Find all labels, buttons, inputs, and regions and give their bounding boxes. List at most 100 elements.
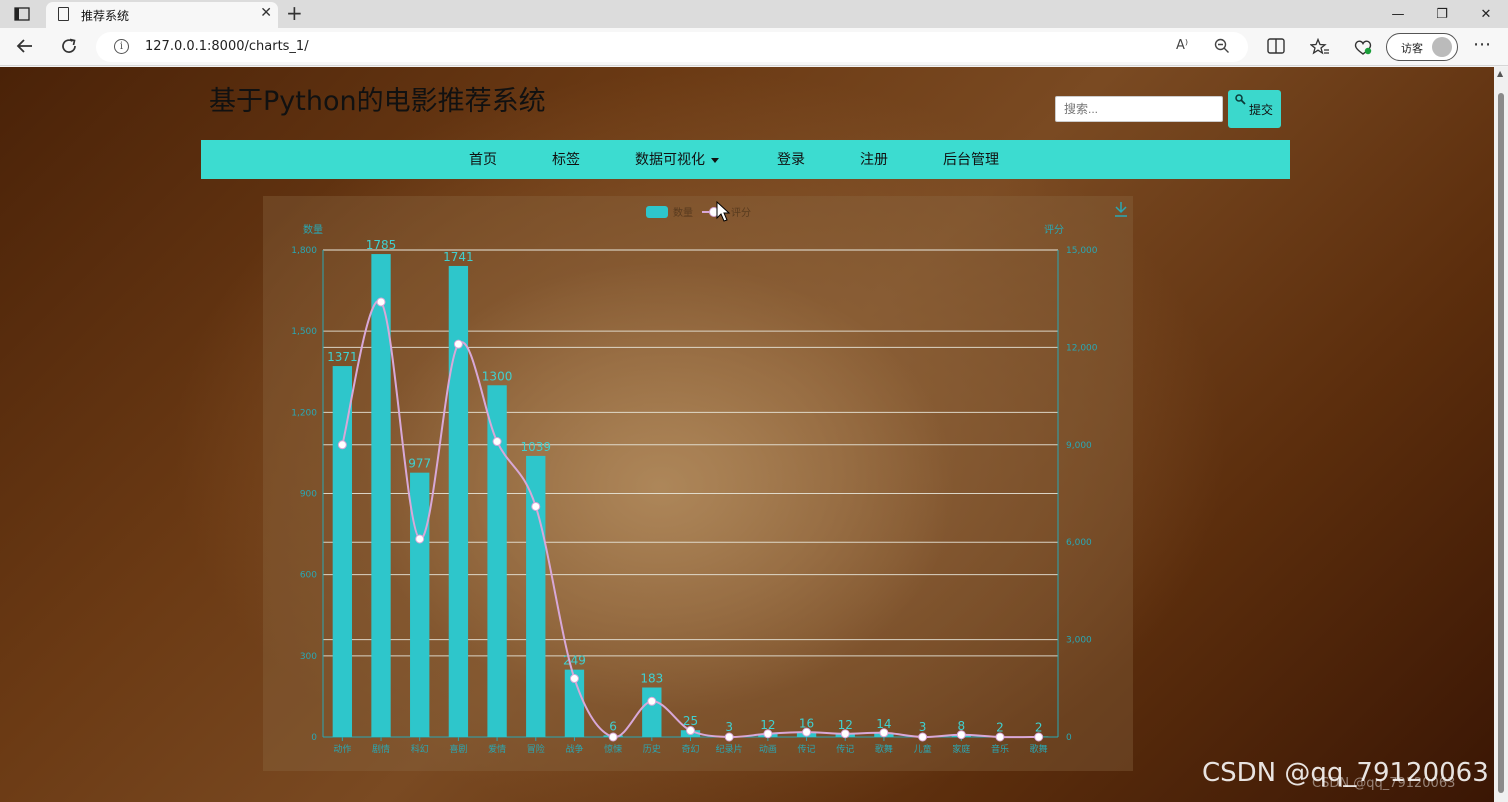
bar [642,687,662,737]
bar [526,455,546,737]
y-tick-right: 9,000 [1066,441,1092,451]
url-text[interactable]: 127.0.0.1:8000/charts_1/ [145,39,309,54]
y-tick-right: 0 [1066,733,1072,743]
x-tick-label: 剧情 [372,743,390,755]
x-tick-label: 喜剧 [449,743,467,755]
profile-label: 访客 [1401,42,1423,55]
back-icon[interactable] [15,36,35,61]
bar-value-label: 183 [640,671,663,685]
nav-item-admin[interactable]: 后台管理 [943,149,999,169]
nav-item-visualization-label: 数据可视化 [635,152,705,168]
search-button-label: 提交 [1249,103,1274,117]
line-point [840,729,850,739]
minimize-button[interactable]: — [1376,0,1420,28]
chart: 0 300 600 900 1,200 1,500 1,800 0 3,000 6,000 9,00… [291,200,1127,755]
more-icon[interactable]: ⋯ [1473,34,1491,55]
x-tick-label: 科幻 [411,743,429,755]
y-tick-right: 15,000 [1066,246,1098,256]
line-point [337,440,347,450]
y-tick-right: 3,000 [1066,636,1092,646]
x-tick-label: 音乐 [991,743,1009,755]
line-point [1034,732,1044,742]
restore-button[interactable]: ❐ [1420,0,1464,28]
zoom-icon[interactable] [1214,38,1230,58]
line-point [956,730,966,740]
bar-value-label: 2 [996,720,1004,734]
x-tick-label: 传记 [798,743,816,755]
x-tick-label: 历史 [643,743,661,755]
line-point [763,729,773,739]
x-tick-label: 歌舞 [1030,743,1048,755]
tab-close-icon[interactable]: ✕ [260,5,272,21]
bar-value-label: 2 [1035,720,1043,734]
legend-label-line: 评分 [731,207,751,219]
search-icon [1235,94,1246,108]
nav-item-register[interactable]: 注册 [860,149,888,169]
line-point [608,732,618,742]
main-nav: 首页 标签 数据可视化 登录 注册 后台管理 [201,140,1290,179]
extensions-icon[interactable] [1353,38,1373,60]
page-content: 基于Python的电影推荐系统 提交 首页 标签 数据可视化 登录 注册 后台管… [0,67,1494,802]
tab-active[interactable]: 推荐系统 ✕ [46,2,278,28]
sidebar-icon[interactable] [0,0,44,28]
bar-value-label: 6 [609,719,617,733]
line-point [531,501,541,511]
scrollbar[interactable]: ▲ [1494,67,1508,802]
close-window-button[interactable]: ✕ [1464,0,1508,28]
nav-item-visualization[interactable]: 数据可视化 [635,149,719,169]
line-point [724,732,734,742]
chart-panel: 0 300 600 900 1,200 1,500 1,800 0 3,000 6,000 9,00… [263,196,1133,771]
scroll-up-icon[interactable]: ▲ [1497,69,1503,78]
line-point [415,534,425,544]
x-tick-label: 儿童 [914,743,932,755]
tab-title: 推荐系统 [81,9,130,23]
bar [332,366,353,737]
favorites-icon[interactable] [1309,37,1330,60]
info-icon[interactable]: i [114,39,129,54]
bar-value-label: 1741 [443,250,474,264]
x-tick-label: 动画 [759,744,777,755]
download-icon[interactable] [1115,202,1127,217]
profile-button[interactable]: 访客 [1386,33,1458,61]
x-tick-label: 冒险 [527,743,545,755]
y-tick-left: 300 [300,652,317,662]
address-toolbar: i 127.0.0.1:8000/charts_1/ A⁾ 访客 ⋯ [0,28,1508,66]
bar [448,265,469,737]
legend-swatch-bar [646,206,668,218]
x-tick-label: 家庭 [952,743,970,755]
y-tick-left: 0 [311,733,317,743]
bar [410,472,430,737]
x-tick-label: 传记 [836,743,854,755]
x-tick-label: 奇幻 [681,743,699,755]
y-tick-left: 1,500 [291,327,317,337]
y-tick-left: 1,200 [291,408,317,418]
line-point [918,732,928,742]
bar-value-label: 1300 [482,369,513,383]
read-aloud-icon[interactable]: A⁾ [1176,38,1188,53]
legend-label-bar: 数量 [673,206,693,219]
avatar [1432,37,1452,57]
line-point [492,437,502,447]
search-input[interactable] [1055,96,1223,122]
refresh-icon[interactable] [59,36,79,61]
address-bar[interactable]: i 127.0.0.1:8000/charts_1/ A⁾ [96,32,1248,62]
nav-item-home[interactable]: 首页 [469,149,497,169]
search-submit-button[interactable]: 提交 [1228,90,1281,128]
series-line [341,299,1039,739]
nav-item-login[interactable]: 登录 [777,149,805,169]
line-point [802,727,812,737]
y-axis-label-left: 数量 [303,223,323,236]
cursor-icon [716,200,731,222]
scrollbar-thumb[interactable] [1498,93,1504,793]
tab-bar: 推荐系统 ✕ + — ❐ ✕ [0,0,1508,28]
bar-value-label: 977 [408,457,431,471]
new-tab-button[interactable]: + [286,1,303,25]
y-tick-left: 1,800 [291,246,317,256]
line-point [686,726,695,736]
y-tick-left: 900 [300,490,317,500]
bar-value-label: 1785 [366,238,397,252]
split-screen-icon[interactable] [1267,38,1285,58]
nav-item-tags[interactable]: 标签 [552,149,580,169]
line-point [569,674,579,684]
x-tick-label: 战争 [565,743,583,755]
